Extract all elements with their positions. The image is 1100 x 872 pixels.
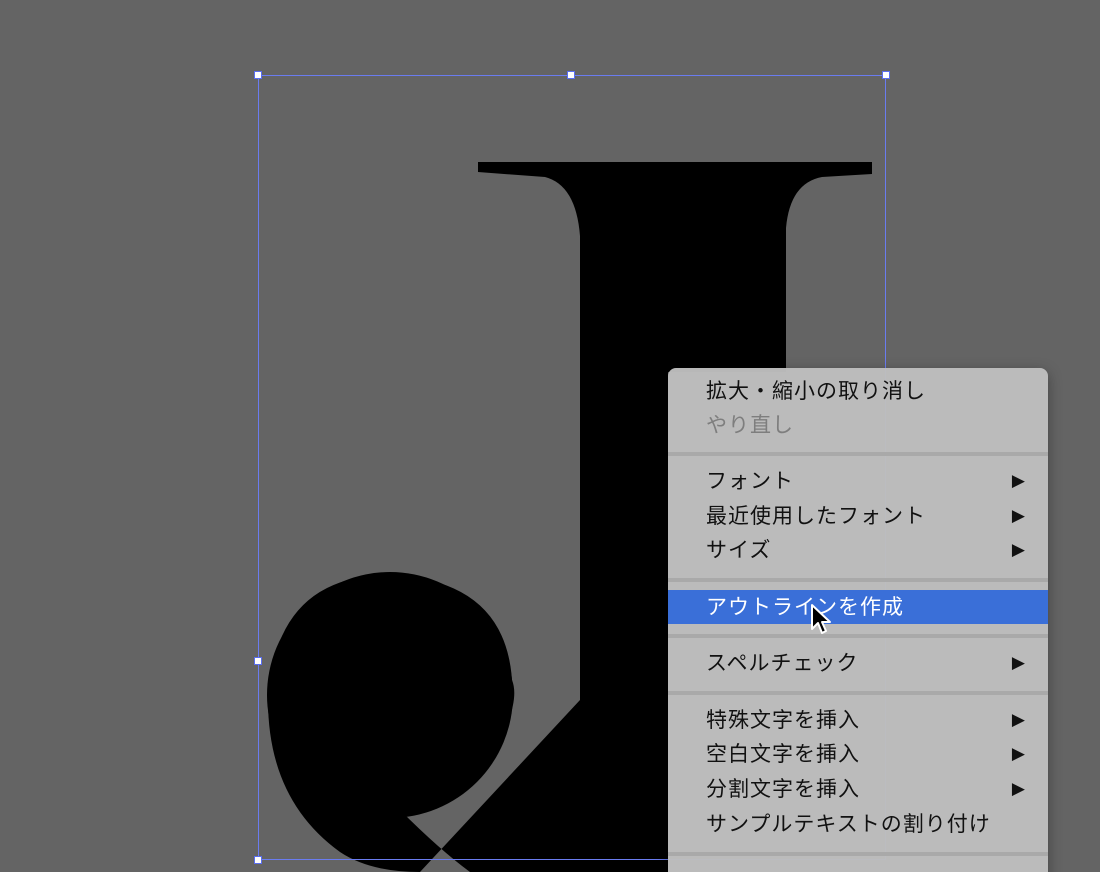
menu-item-label: アウトラインを作成 [706, 595, 904, 619]
handle-top-left[interactable] [254, 71, 262, 79]
handle-middle-left[interactable] [254, 657, 262, 665]
menu-item-recent-fonts[interactable]: 最近使用したフォント ▶ [668, 499, 1048, 533]
menu-separator [668, 452, 1048, 456]
menu-item-insert-whitespace[interactable]: 空白文字を挿入 ▶ [668, 737, 1048, 771]
menu-item-font[interactable]: フォント ▶ [668, 464, 1048, 498]
menu-item-label: 最近使用したフォント [706, 504, 926, 528]
menu-item-label: 空白文字を挿入 [706, 742, 860, 766]
handle-top-right[interactable] [882, 71, 890, 79]
menu-separator [668, 634, 1048, 638]
handle-bottom-left[interactable] [254, 856, 262, 864]
submenu-arrow-icon: ▶ [1011, 471, 1026, 491]
menu-separator [668, 852, 1048, 856]
menu-item-size[interactable]: サイズ ▶ [668, 533, 1048, 567]
context-menu: 拡大・縮小の取り消し やり直し フォント ▶ 最近使用したフォント ▶ サイズ … [668, 368, 1048, 872]
menu-item-spell-check[interactable]: スペルチェック ▶ [668, 646, 1048, 680]
menu-item-insert-special-char[interactable]: 特殊文字を挿入 ▶ [668, 703, 1048, 737]
menu-item-insert-break-char[interactable]: 分割文字を挿入 ▶ [668, 772, 1048, 806]
menu-item-label: サンプルテキストの割り付け [706, 812, 991, 836]
menu-item-label: スペルチェック [706, 651, 859, 675]
submenu-arrow-icon: ▶ [1011, 710, 1026, 730]
submenu-arrow-icon: ▶ [1011, 779, 1026, 799]
menu-item-label: フォント [706, 469, 794, 493]
artboard-canvas[interactable]: 拡大・縮小の取り消し やり直し フォント ▶ 最近使用したフォント ▶ サイズ … [0, 0, 1100, 872]
menu-item-label: 分割文字を挿入 [706, 777, 860, 801]
menu-item-label: サイズ [706, 538, 772, 562]
menu-item-create-outlines[interactable]: アウトラインを作成 [668, 590, 1048, 624]
handle-top-middle[interactable] [567, 71, 575, 79]
submenu-arrow-icon: ▶ [1011, 540, 1026, 560]
menu-item-undo-scale[interactable]: 拡大・縮小の取り消し [668, 374, 1048, 408]
submenu-arrow-icon: ▶ [1011, 653, 1026, 673]
menu-item-label: 拡大・縮小の取り消し [706, 379, 926, 403]
menu-item-fill-placeholder-text[interactable]: サンプルテキストの割り付け [668, 807, 1048, 841]
submenu-arrow-icon: ▶ [1011, 506, 1026, 526]
menu-item-redo: やり直し [668, 408, 1048, 442]
menu-separator [668, 578, 1048, 582]
menu-separator [668, 691, 1048, 695]
submenu-arrow-icon: ▶ [1011, 744, 1026, 764]
menu-item-label: やり直し [706, 413, 794, 437]
mouse-pointer-icon [811, 604, 831, 634]
menu-item-label: 特殊文字を挿入 [706, 708, 860, 732]
